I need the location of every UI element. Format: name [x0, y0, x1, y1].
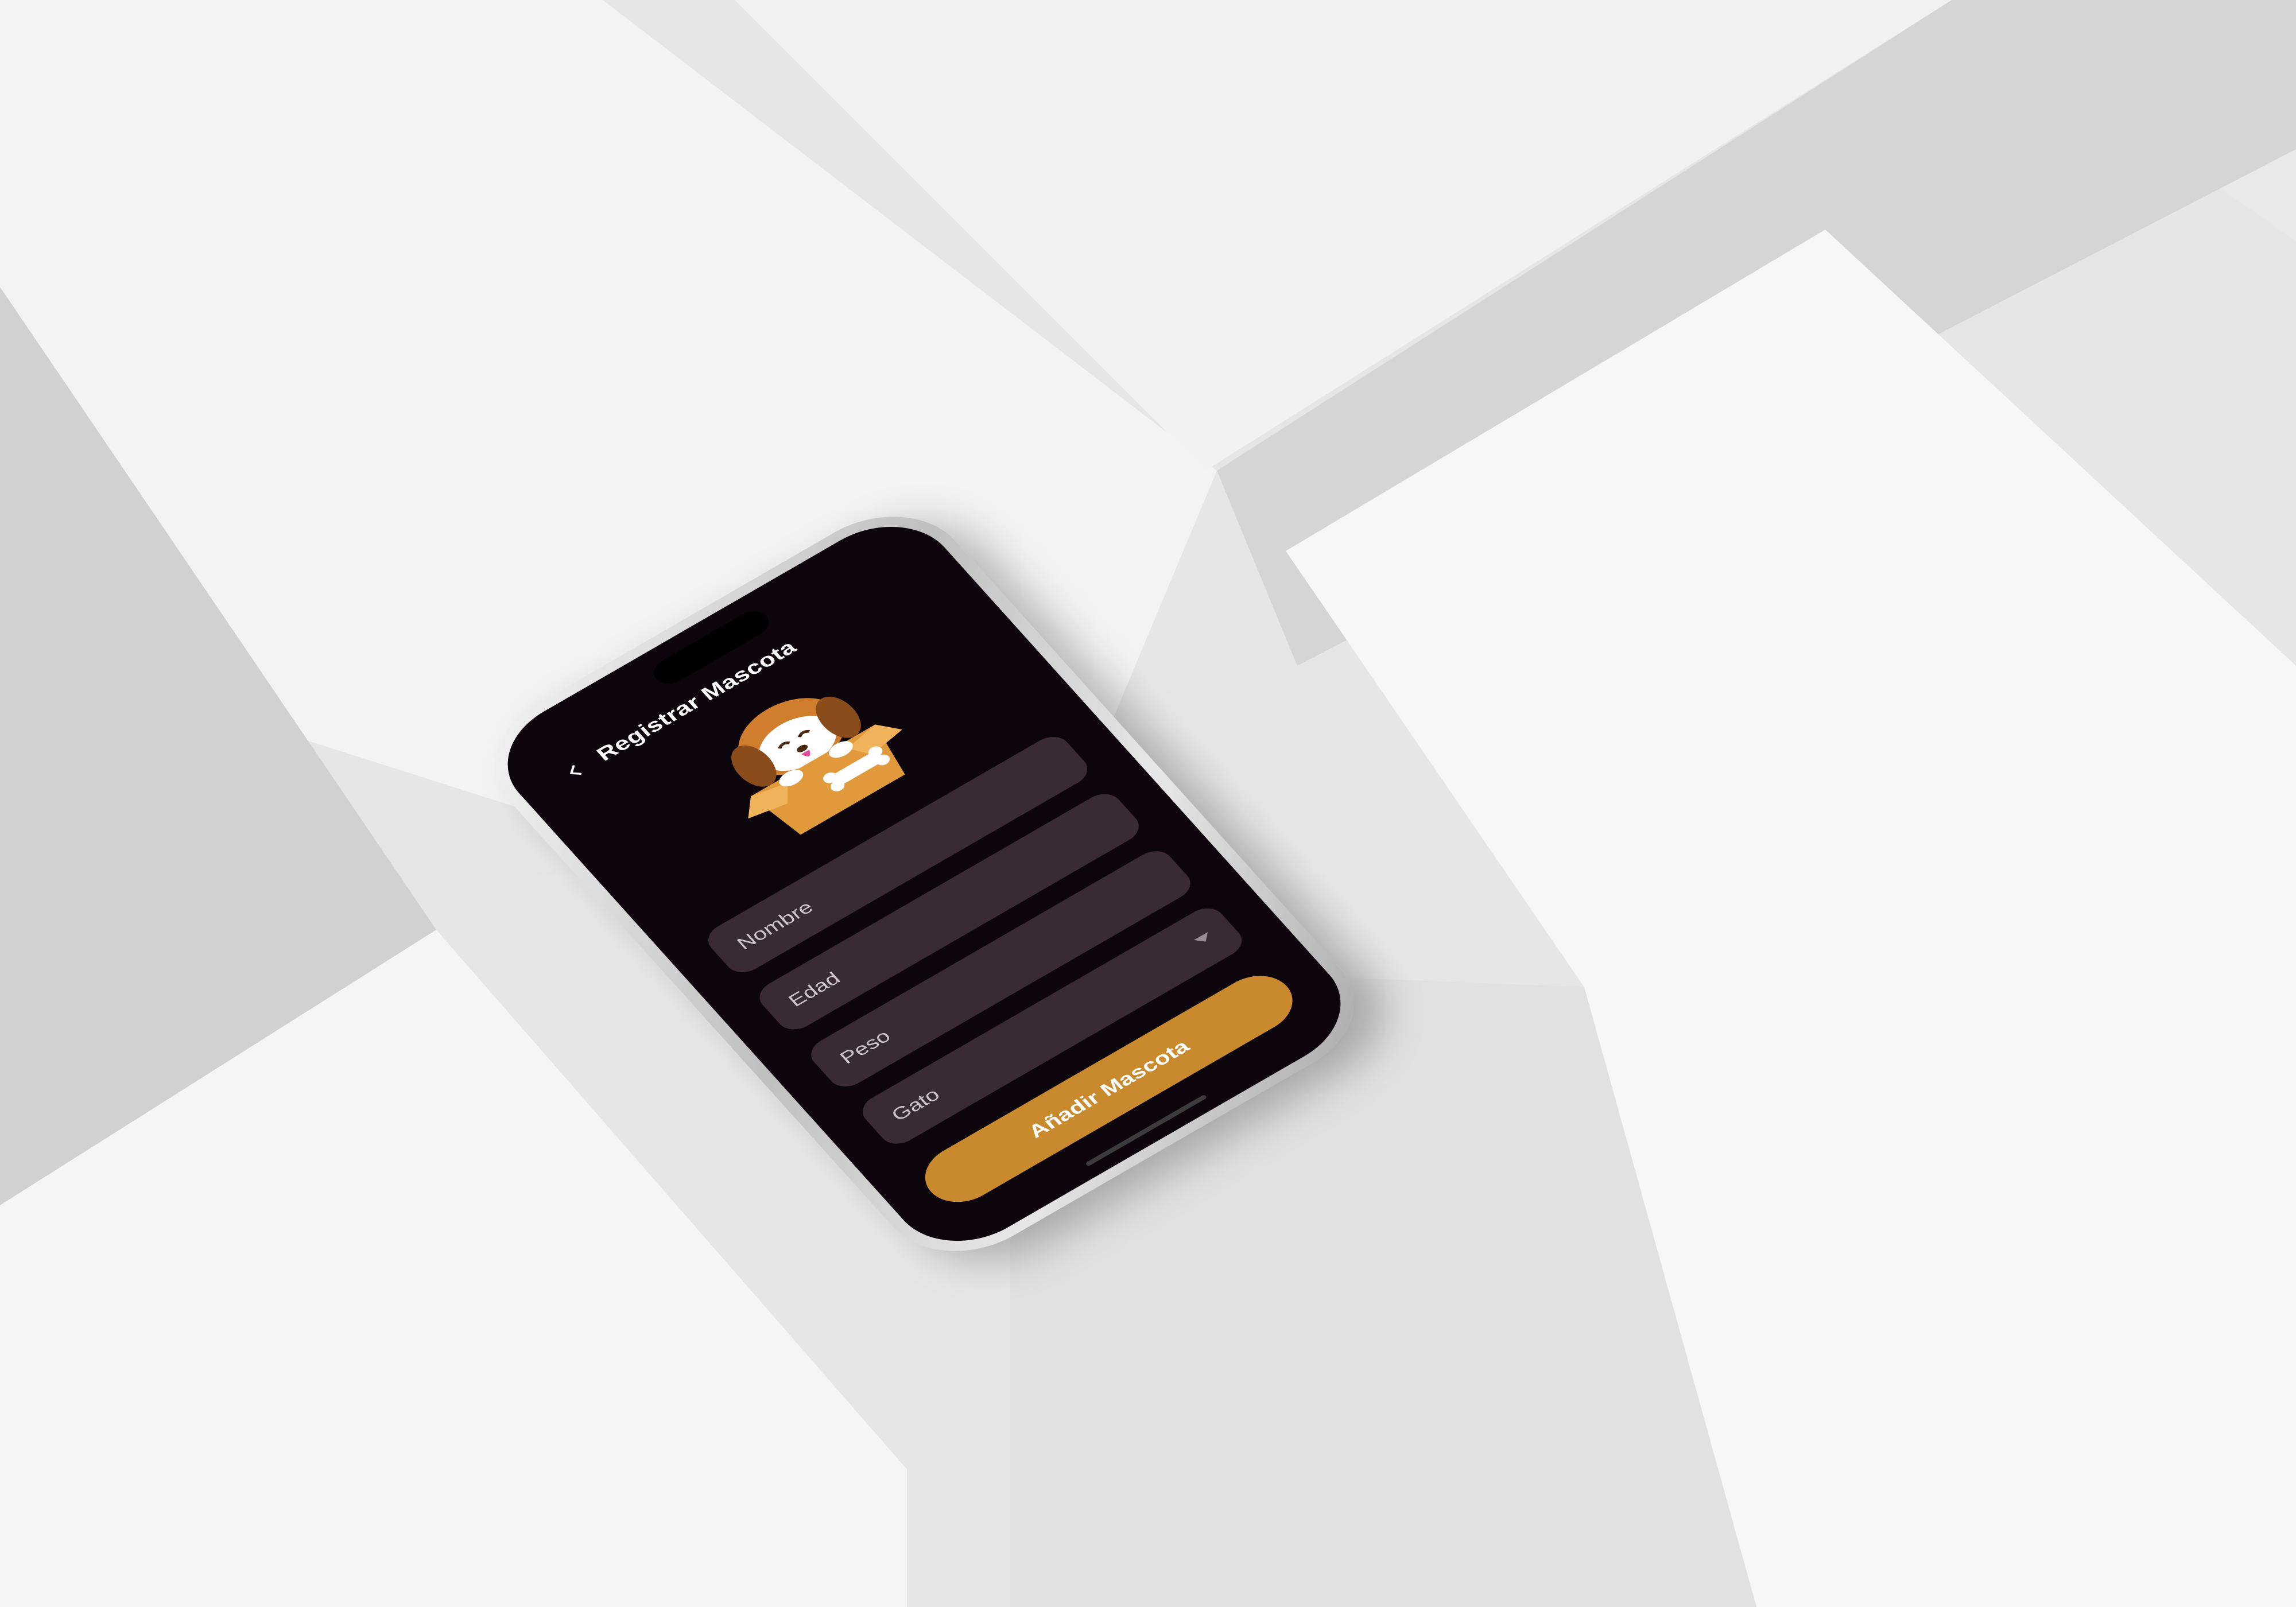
chevron-down-icon [1193, 931, 1213, 946]
back-button[interactable] [551, 752, 599, 790]
chevron-left-icon [570, 765, 582, 775]
